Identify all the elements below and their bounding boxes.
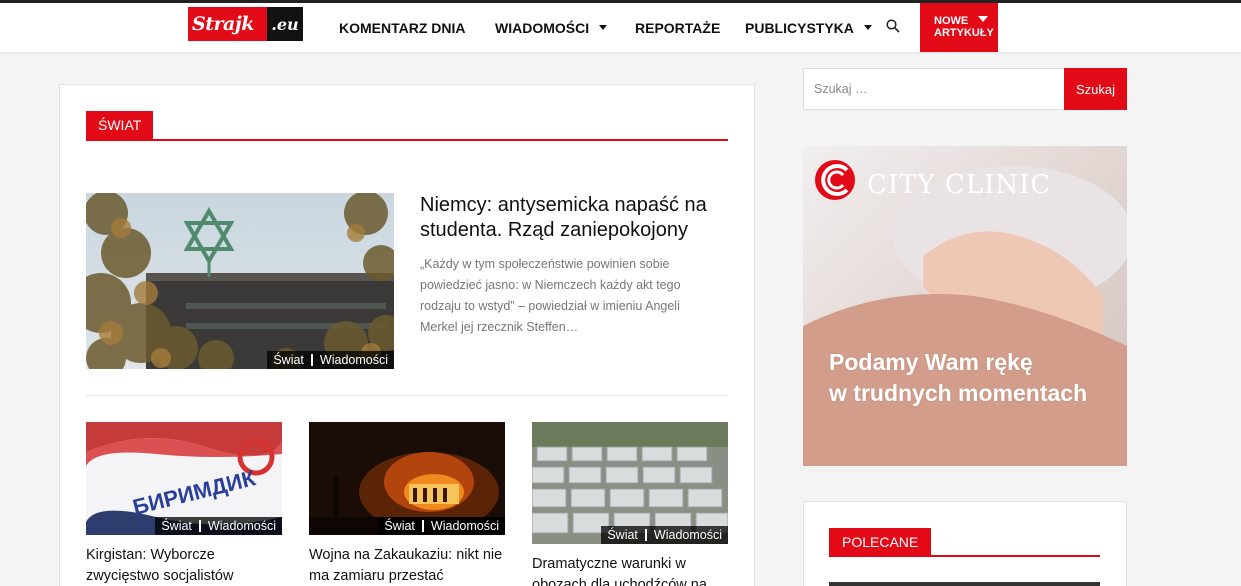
city-clinic-ad[interactable]: CITY CLINIC Podamy Wam rękę w trudnych m… [803, 146, 1127, 466]
card-image-uchodzcy[interactable]: Świat Wiadomości [532, 422, 728, 544]
tag-swiat[interactable]: Świat [384, 519, 415, 533]
ad-brand: CITY CLINIC [867, 170, 1052, 200]
divider [86, 395, 728, 396]
nav-label: REPORTAŻE [635, 19, 721, 36]
new-articles-line1: NOWE [934, 15, 969, 27]
recommended-header: POLECANE [829, 528, 1100, 557]
tag-separator [310, 354, 313, 366]
tag-wiadomosci[interactable]: Wiadomości [208, 519, 276, 533]
recommended-image[interactable] [829, 582, 1100, 586]
chevron-down-icon [863, 25, 872, 30]
ad-headline-line1: Podamy Wam rękę [829, 349, 1033, 375]
tag-wiadomosci[interactable]: Wiadomości [320, 353, 388, 367]
featured-tags: Świat Wiadomości [267, 351, 394, 369]
city-clinic-logo-icon [815, 160, 855, 200]
site-header [0, 3, 1241, 52]
tag-swiat[interactable]: Świat [161, 519, 192, 533]
site-logo[interactable]: Strajk .eu [188, 7, 303, 41]
card-image-kirgistan[interactable]: БИРИМДИК Świat Wiadomości [86, 422, 282, 535]
search-icon[interactable] [886, 19, 900, 33]
card-tags: Świat Wiadomości [601, 526, 728, 544]
search-input[interactable]: Szukaj … [803, 68, 1065, 110]
chevron-down-icon [599, 25, 608, 30]
nav-publicystyka[interactable]: PUBLICYSTYKA [745, 3, 872, 52]
tag-swiat[interactable]: Świat [607, 528, 638, 542]
tag-separator [198, 520, 201, 532]
new-articles-line2: ARTYKUŁY [934, 27, 994, 39]
tag-wiadomosci[interactable]: Wiadomości [431, 519, 499, 533]
nav-label: KOMENTARZ DNIA [339, 19, 466, 36]
tag-separator [644, 529, 647, 541]
section-header: ŚWIAT [86, 111, 728, 141]
nav-komentarz-dnia[interactable]: KOMENTARZ DNIA [339, 3, 466, 52]
featured-excerpt: „Każdy w tym społeczeństwie powinien sob… [420, 257, 681, 334]
card-tags: Świat Wiadomości [378, 517, 505, 535]
new-articles-button[interactable]: NOWE ARTYKUŁY [920, 3, 998, 52]
nav-label: WIADOMOŚCI [495, 19, 590, 36]
nav-wiadomosci[interactable]: WIADOMOŚCI [495, 3, 608, 52]
tag-separator [421, 520, 424, 532]
nav-reportaze[interactable]: REPORTAŻE [635, 3, 720, 52]
section-label[interactable]: ŚWIAT [86, 111, 154, 139]
logo-extension: .eu [267, 7, 303, 41]
card-title-kirgistan[interactable]: Kirgistan: Wyborcze zwycięstwo socjalist… [86, 545, 282, 586]
tag-wiadomosci[interactable]: Wiadomości [654, 528, 722, 542]
featured-image[interactable]: Świat Wiadomości [86, 193, 394, 369]
card-title-zakaukazie[interactable]: Wojna na Zakaukaziu: nikt nie ma zamiaru… [309, 545, 505, 586]
card-tags: Świat Wiadomości [155, 517, 282, 535]
chevron-down-icon [978, 16, 988, 22]
featured-title[interactable]: Niemcy: antysemicka napaść na studenta. … [420, 193, 730, 243]
search-button[interactable]: Szukaj [1064, 68, 1127, 110]
card-image-zakaukazie[interactable]: Świat Wiadomości [309, 422, 505, 535]
card-title-uchodzcy[interactable]: Dramatyczne warunki w obozach dla uchodź… [532, 554, 728, 586]
ad-headline-line2: w trudnych momentach [829, 380, 1088, 406]
nav-label: PUBLICYSTYKA [745, 19, 854, 36]
tag-swiat[interactable]: Świat [273, 353, 304, 367]
logo-text: Strajk [192, 13, 254, 35]
ad-headline: Podamy Wam rękę w trudnych momentach [829, 347, 1087, 409]
featured-photo [86, 193, 394, 369]
recommended-label[interactable]: POLECANE [829, 528, 932, 555]
